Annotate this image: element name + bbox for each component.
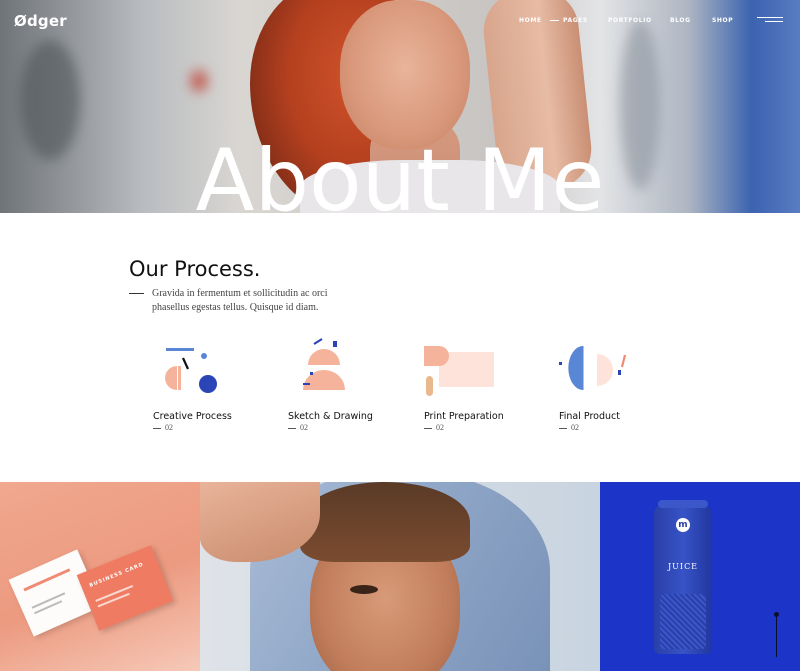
business-card: BUSINESS CARD bbox=[76, 545, 174, 631]
juice-logo: m bbox=[676, 518, 690, 532]
portrait-eye bbox=[350, 585, 378, 594]
wall-detail bbox=[190, 70, 208, 92]
step-label: Print Preparation bbox=[424, 411, 504, 422]
print-preparation-icon bbox=[424, 346, 494, 396]
nav-active-indicator bbox=[550, 20, 559, 21]
section-description: Gravida in fermentum et sollicitudin ac … bbox=[152, 288, 328, 313]
step-label: Creative Process bbox=[153, 411, 232, 422]
step-label: Sketch & Drawing bbox=[288, 411, 373, 422]
process-step-print[interactable]: Print Preparation 02 bbox=[424, 338, 544, 438]
section-divider bbox=[129, 293, 144, 294]
nav-item-home[interactable]: HOME bbox=[519, 17, 542, 24]
final-product-icon bbox=[559, 346, 627, 390]
creative-process-icon bbox=[165, 348, 217, 393]
process-step-final[interactable]: Final Product 02 bbox=[559, 338, 679, 438]
nav-item-shop[interactable]: SHOP bbox=[712, 17, 733, 24]
gallery-business-cards[interactable]: BUSINESS CARD bbox=[0, 482, 200, 671]
step-label: Final Product bbox=[559, 411, 620, 422]
hero-banner: About Me bbox=[0, 0, 800, 213]
nav-item-portfolio[interactable]: PORTFOLIO bbox=[608, 17, 652, 24]
juice-label: JUICE bbox=[667, 562, 699, 571]
step-number: 02 bbox=[288, 423, 308, 432]
juice-bottle: m JUICE bbox=[654, 500, 712, 654]
step-number: 02 bbox=[153, 423, 173, 432]
menu-icon[interactable] bbox=[757, 15, 783, 25]
main-nav: HOME PAGES PORTFOLIO BLOG SHOP bbox=[0, 17, 800, 29]
nav-item-blog[interactable]: BLOG bbox=[670, 17, 691, 24]
gallery-juice[interactable]: m JUICE bbox=[600, 482, 800, 671]
gallery-portrait[interactable] bbox=[200, 482, 600, 671]
page-title: About Me bbox=[195, 131, 605, 213]
portrait-hair bbox=[300, 482, 470, 562]
process-step-sketch[interactable]: Sketch & Drawing 02 bbox=[288, 338, 408, 438]
sketch-drawing-icon bbox=[303, 338, 345, 390]
step-number: 02 bbox=[559, 423, 579, 432]
section-title: Our Process. bbox=[129, 257, 261, 281]
process-step-creative[interactable]: Creative Process 02 bbox=[153, 338, 273, 438]
card-text: BUSINESS CARD bbox=[88, 561, 145, 589]
nav-item-pages[interactable]: PAGES bbox=[563, 17, 588, 24]
step-number: 02 bbox=[424, 423, 444, 432]
